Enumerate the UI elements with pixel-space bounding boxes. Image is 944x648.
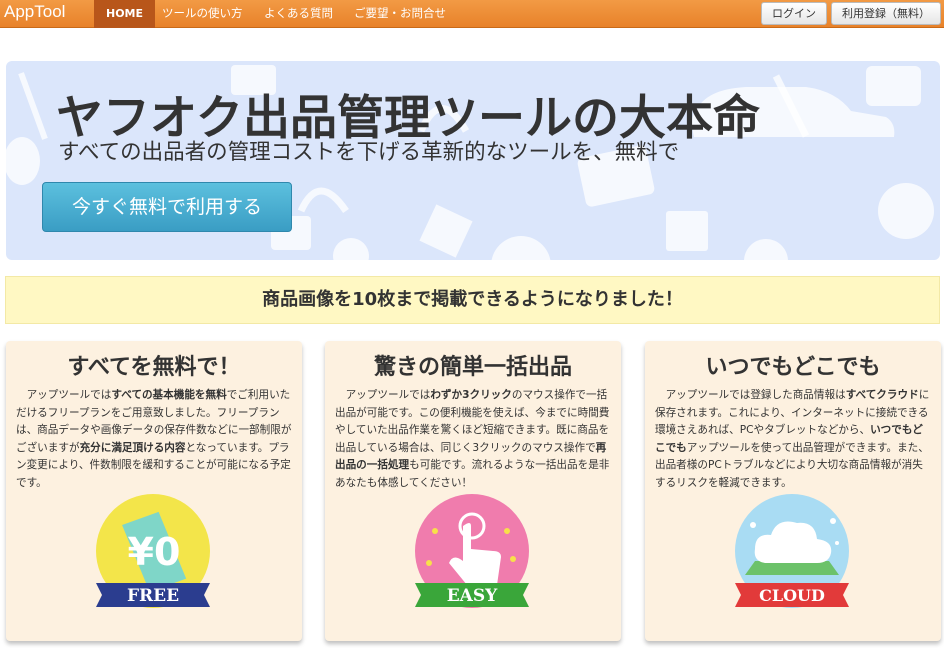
easy-badge-label: EASY bbox=[447, 586, 498, 606]
feature-description: アップツールではすべての基本機能を無料でご利用いただけるフリープランをご用意致し… bbox=[16, 387, 293, 492]
top-navbar: AppTool HOME ツールの使い方 よくある質問 ご要望・お問合せ ログイ… bbox=[0, 0, 944, 28]
emphasis-text: すべてクラウド bbox=[845, 389, 919, 401]
cloud-badge-icon: CLOUD bbox=[735, 494, 849, 608]
nav-how-to-use[interactable]: ツールの使い方 bbox=[150, 0, 255, 28]
hero-banner: ヤフオク出品管理ツールの大本命 すべての出品者の管理コストを下げる革新的なツール… bbox=[6, 61, 940, 260]
feature-card-cloud: いつでもどこでも アップツールでは登録した商品情報はすべてクラウドに保存されます… bbox=[645, 341, 941, 641]
emphasis-text: わずか3クリック bbox=[430, 389, 512, 401]
feature-title: いつでもどこでも bbox=[705, 355, 881, 380]
body-text: アップツールでは bbox=[26, 389, 112, 401]
emphasis-text: すべての基本機能を無料 bbox=[111, 389, 227, 401]
start-free-button[interactable]: 今すぐ無料で利用する bbox=[42, 182, 292, 232]
nav-faq[interactable]: よくある質問 bbox=[252, 0, 345, 28]
nav-contact[interactable]: ご要望・お問合せ bbox=[342, 0, 458, 28]
free-badge-label: FREE bbox=[127, 586, 179, 606]
feature-title: すべてを無料で！ bbox=[67, 355, 241, 380]
login-button[interactable]: ログイン bbox=[761, 2, 827, 25]
emphasis-text: 充分に満足頂ける内容 bbox=[79, 441, 186, 454]
free-badge-icon: ¥0 FREE bbox=[96, 494, 210, 608]
nav-home[interactable]: HOME bbox=[94, 0, 156, 28]
announcement-banner: 商品画像を10枚まで掲載できるようになりました！ bbox=[5, 276, 940, 324]
hero-subtitle: すべての出品者の管理コストを下げる革新的なツールを、無料で bbox=[58, 140, 680, 165]
body-text: アップツールでは bbox=[345, 389, 431, 401]
brand-logo[interactable]: AppTool bbox=[4, 2, 65, 22]
register-button[interactable]: 利用登録（無料） bbox=[831, 2, 941, 25]
feature-card-free: すべてを無料で！ アップツールではすべての基本機能を無料でご利用いただけるフリー… bbox=[6, 341, 302, 641]
feature-card-easy: 驚きの簡単一括出品 アップツールではわずか3クリックのマウス操作で一括出品が可能… bbox=[325, 341, 621, 641]
feature-description: アップツールではわずか3クリックのマウス操作で一括出品が可能です。この便利機能を… bbox=[335, 387, 612, 492]
feature-title: 驚きの簡単一括出品 bbox=[373, 355, 572, 380]
cloud-badge-label: CLOUD bbox=[759, 586, 825, 605]
easy-badge-icon: EASY bbox=[415, 494, 529, 608]
body-text: アップツールでは登録した商品情報は bbox=[665, 389, 846, 401]
feature-description: アップツールでは登録した商品情報はすべてクラウドに保存されます。これにより、イン… bbox=[655, 387, 932, 492]
body-text: アップツールを使って出品管理ができます。また、出品者様のPCトラブルなどにより大… bbox=[655, 441, 929, 489]
free-badge-symbol: ¥0 bbox=[128, 530, 181, 574]
